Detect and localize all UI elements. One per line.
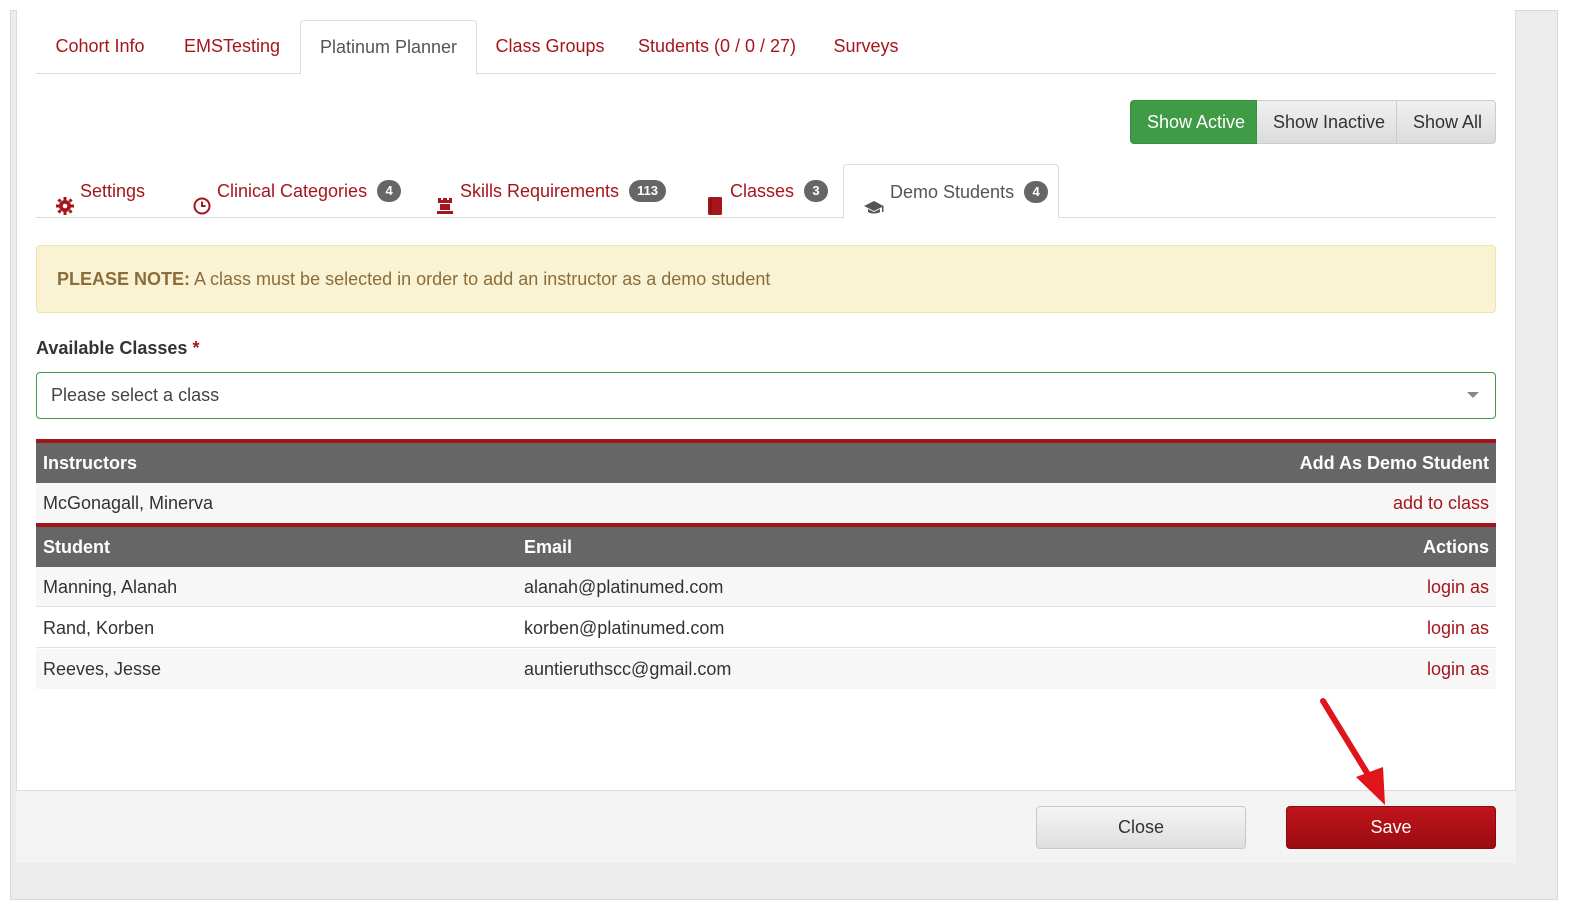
book-icon — [706, 182, 724, 215]
subtab-classes-label: Classes — [730, 181, 795, 201]
graduation-cap-icon — [864, 183, 884, 213]
login-as-link[interactable]: login as — [1427, 608, 1489, 648]
header-add-as-demo-student: Add As Demo Student — [1299, 453, 1489, 473]
show-active-button[interactable]: Show Active — [1130, 100, 1257, 144]
subtab-settings[interactable]: Settings — [56, 164, 145, 218]
caret-down-icon — [1467, 392, 1479, 398]
show-all-button[interactable]: Show All — [1397, 100, 1496, 144]
save-button[interactable]: Save — [1286, 806, 1496, 849]
subtab-clinical-categories[interactable]: Clinical Categories 4 — [193, 164, 402, 218]
close-button[interactable]: Close — [1036, 806, 1246, 849]
rook-icon — [436, 182, 454, 214]
table-row: Manning, Alanah alanah@platinumed.com lo… — [36, 567, 1496, 607]
note-alert: PLEASE NOTE: A class must be selected in… — [36, 245, 1496, 313]
show-inactive-button[interactable]: Show Inactive — [1257, 100, 1397, 144]
tab-cohort-info[interactable]: Cohort Info — [36, 20, 164, 74]
class-select-placeholder: Please select a class — [51, 385, 220, 405]
student-email: auntieruthscc@gmail.com — [524, 659, 732, 679]
required-marker: * — [192, 338, 200, 358]
student-name: Manning, Alanah — [43, 577, 178, 597]
table-row: Reeves, Jesse auntieruthscc@gmail.com lo… — [36, 649, 1496, 689]
available-classes-label-text: Available Classes — [36, 338, 188, 358]
subtab-clinical-categories-label: Clinical Categories — [217, 181, 368, 201]
tab-class-groups[interactable]: Class Groups — [480, 20, 620, 74]
table-row: McGonagall, Minerva add to class — [36, 483, 1496, 523]
top-tab-bar: Cohort Info EMSTesting Platinum Planner … — [36, 20, 1496, 75]
gear-icon — [56, 182, 74, 215]
subtab-demo-students[interactable]: Demo Students 4 — [843, 164, 1059, 219]
tab-surveys[interactable]: Surveys — [816, 20, 916, 74]
subtab-settings-label: Settings — [80, 181, 146, 201]
header-email: Email — [524, 537, 573, 557]
subtab-skills-requirements[interactable]: Skills Requirements 113 — [436, 164, 667, 218]
instructors-table-header: Instructors Add As Demo Student — [36, 439, 1496, 483]
tab-students[interactable]: Students (0 / 0 / 27) — [624, 20, 810, 74]
login-as-link[interactable]: login as — [1427, 567, 1489, 607]
alert-text: A class must be selected in order to add… — [190, 269, 771, 289]
student-name: Reeves, Jesse — [43, 659, 162, 679]
skills-requirements-count-badge: 113 — [629, 180, 667, 202]
add-to-class-link[interactable]: add to class — [1393, 483, 1489, 523]
status-filter-group: Show Active Show Inactive Show All — [1130, 100, 1496, 144]
header-student: Student — [43, 537, 110, 557]
instructor-name: McGonagall, Minerva — [43, 493, 214, 513]
table-row: Rand, Korben korben@platinumed.com login… — [36, 608, 1496, 648]
annotation-arrow-icon — [1320, 698, 1385, 805]
header-actions: Actions — [1422, 537, 1489, 557]
clock-icon — [193, 182, 211, 215]
subtab-skills-requirements-label: Skills Requirements — [460, 181, 620, 201]
student-name: Rand, Korben — [43, 618, 155, 638]
subtab-classes[interactable]: Classes 3 — [706, 164, 829, 218]
tab-platinum-planner[interactable]: Platinum Planner — [300, 20, 477, 75]
login-as-link[interactable]: login as — [1427, 649, 1489, 689]
subtab-demo-students-label: Demo Students — [890, 181, 1015, 202]
student-email: alanah@platinumed.com — [524, 577, 724, 597]
header-instructors: Instructors — [43, 453, 138, 473]
available-classes-label: Available Classes * — [36, 338, 199, 359]
alert-strong: PLEASE NOTE: — [57, 269, 191, 289]
sub-tab-bar: Settings Clinical Categories 4 Skills Re… — [36, 164, 1496, 219]
tab-emstesting[interactable]: EMSTesting — [168, 20, 296, 74]
student-email: korben@platinumed.com — [524, 618, 725, 638]
clinical-categories-count-badge: 4 — [377, 180, 402, 202]
class-select[interactable]: Please select a class — [36, 372, 1496, 419]
demo-students-count-badge: 4 — [1024, 180, 1049, 203]
classes-count-badge: 3 — [804, 180, 829, 202]
students-table-header: Student Email Actions — [36, 523, 1496, 567]
